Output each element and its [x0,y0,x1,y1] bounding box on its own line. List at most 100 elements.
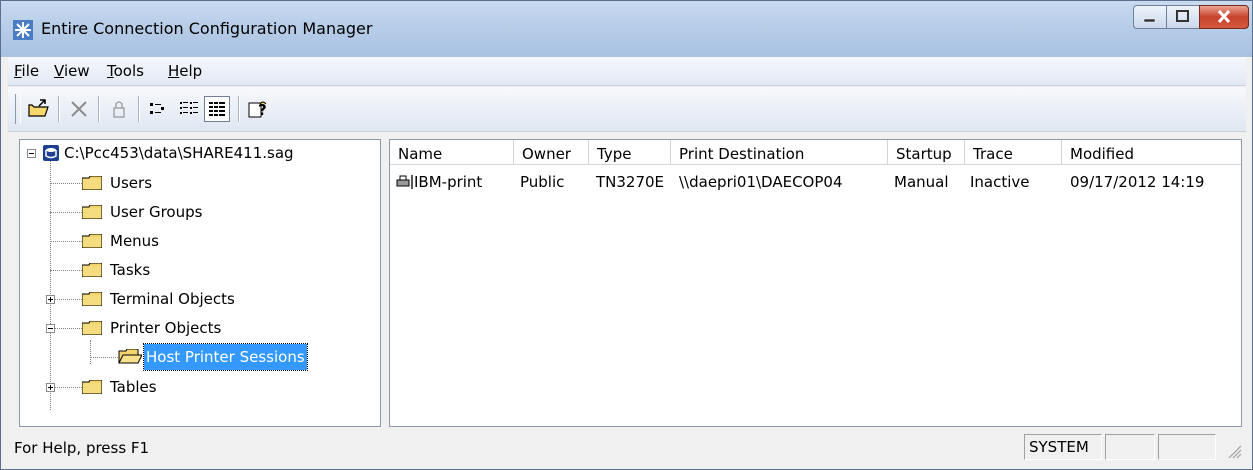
toolbar-separator [58,96,59,122]
folder-icon [82,263,102,277]
tree-item-label: Menus [110,232,159,250]
cell-trace: Inactive [970,173,1030,191]
minimize-button[interactable] [1133,5,1167,29]
resize-grip-icon[interactable] [1224,441,1242,459]
menu-view[interactable]: View [54,62,90,80]
tree-line [90,357,118,358]
cell-type: TN3270E [596,173,665,191]
collapse-toggle[interactable] [27,149,36,158]
menu-file[interactable]: File [14,62,39,80]
column-header-startup[interactable]: Startup [888,140,965,164]
tree-item-label: Printer Objects [110,319,222,337]
tree-item-terminal-objects[interactable]: Terminal Objects [20,286,380,312]
close-button[interactable] [1199,5,1249,29]
small-icons-view-button[interactable] [146,96,172,122]
list-view-icon [180,102,198,114]
tree-line [50,160,51,410]
expand-toggle[interactable] [46,295,55,304]
window-title: Entire Connection Configuration Manager [41,19,373,38]
cell-name: IBM-print [414,173,483,191]
open-folder-icon [118,349,142,364]
menu-tools[interactable]: Tools [107,62,144,80]
status-panel-empty [1105,434,1155,460]
details-view-button[interactable] [204,96,230,122]
toolbar-separator [138,96,139,122]
folder-icon [82,292,102,306]
list-view-button[interactable] [176,96,202,122]
tree-line [50,183,82,184]
folder-tree[interactable]: C:\Pcc453\data\SHARE411.sag Users User G… [19,139,381,427]
tree-line [50,212,82,213]
delete-button[interactable] [66,96,92,122]
status-bar: For Help, press F1 SYSTEM [8,429,1246,463]
expand-toggle[interactable] [46,383,55,392]
maximize-button[interactable] [1166,5,1200,29]
status-panel-empty [1158,434,1216,460]
cell-owner: Public [520,173,565,191]
list-header: Name Owner Type Print Destination Startu… [390,140,1241,165]
printer-session-icon [396,175,413,189]
column-header-print-destination[interactable]: Print Destination [671,140,888,164]
tree-line [50,270,82,271]
details-view-icon [209,102,225,116]
toolbar-separator [238,96,239,122]
folder-icon [82,205,102,219]
column-header-trace[interactable]: Trace [965,140,1062,164]
small-icons-view-icon [150,103,164,114]
tree-root-label: C:\Pcc453\data\SHARE411.sag [64,144,294,162]
menu-bar: File View Tools Help [8,57,1246,86]
toolbar-separator [98,96,99,122]
details-list[interactable]: Name Owner Type Print Destination Startu… [389,139,1242,427]
tree-line [55,387,82,388]
tree-line [55,328,82,329]
app-window: Entire Connection Configuration Manager … [0,0,1253,470]
status-help-text: For Help, press F1 [14,439,150,457]
list-row[interactable]: IBM-print Public TN3270E \\daepri01\DAEC… [390,170,1241,194]
tree-item-label: Users [110,174,153,192]
cell-startup: Manual [894,173,949,191]
tree-item-user-groups[interactable]: User Groups [20,199,380,225]
column-header-modified[interactable]: Modified [1062,140,1241,164]
column-header-name[interactable]: Name [390,140,514,164]
tree-item-label: Host Printer Sessions [143,343,308,371]
tree-item-label: Terminal Objects [110,290,235,308]
minimize-icon [1143,18,1156,23]
cell-modified: 09/17/2012 14:19 [1070,173,1205,191]
app-icon [13,20,33,40]
folder-icon [82,321,102,335]
pane-splitter[interactable] [381,139,389,427]
open-folder-icon [28,99,49,117]
tree-item-label: Tables [110,378,157,396]
tree-item-printer-objects[interactable]: Printer Objects [20,315,380,341]
tree-root-row[interactable]: C:\Pcc453\data\SHARE411.sag [20,140,380,166]
title-bar[interactable]: Entire Connection Configuration Manager [1,1,1252,57]
help-button[interactable]: ? [246,96,272,122]
folder-icon [82,380,102,394]
folder-icon [82,234,102,248]
tree-item-tables[interactable]: Tables [20,374,380,400]
column-header-owner[interactable]: Owner [514,140,589,164]
status-user-panel: SYSTEM [1024,434,1102,460]
database-file-icon [43,145,59,161]
menu-help[interactable]: Help [168,62,202,80]
tree-line [55,299,82,300]
tree-item-label: User Groups [110,203,203,221]
delete-x-icon [71,101,87,117]
tree-line [50,241,82,242]
open-button[interactable] [26,96,52,122]
lock-icon [113,101,125,118]
close-icon [1217,9,1231,24]
tree-item-users[interactable]: Users [20,170,380,196]
tree-item-host-printer-sessions[interactable]: Host Printer Sessions [20,343,380,371]
collapse-toggle[interactable] [46,324,55,333]
lock-button[interactable] [106,96,132,122]
tree-item-menus[interactable]: Menus [20,228,380,254]
cell-print-destination: \\daepri01\DAECOP04 [679,173,843,191]
toolbar-grip[interactable] [15,94,21,124]
tree-item-tasks[interactable]: Tasks [20,257,380,283]
toolbar: ? [8,87,1246,132]
tree-item-label: Tasks [110,261,151,279]
maximize-icon [1176,10,1189,22]
folder-icon [82,176,102,190]
column-header-type[interactable]: Type [589,140,671,164]
